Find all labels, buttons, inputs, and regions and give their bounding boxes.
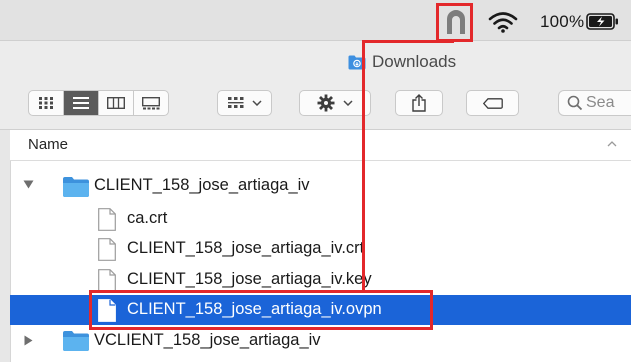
gear-icon — [317, 94, 335, 112]
icon-view-button[interactable] — [29, 91, 64, 115]
chevron-down-icon — [343, 100, 353, 106]
annotation-vpn-highlight — [436, 3, 473, 42]
chevron-down-icon — [251, 100, 262, 106]
folder-icon — [63, 331, 89, 351]
list-view-icon — [73, 97, 89, 109]
annotation-connector-vertical — [362, 40, 365, 293]
search-input[interactable] — [586, 93, 631, 113]
name-column-label[interactable]: Name — [28, 136, 68, 153]
list-item-label: VCLIENT_158_jose_artiaga_iv — [94, 331, 321, 349]
share-button[interactable] — [395, 90, 443, 116]
folder-icon — [63, 177, 89, 197]
gallery-view-button[interactable] — [134, 91, 168, 115]
window-toolbar: Downloads — [0, 41, 631, 130]
battery-charging-icon[interactable] — [586, 13, 619, 30]
battery-percentage[interactable]: 100% — [540, 12, 584, 32]
disclosure-triangle-expanded-icon[interactable] — [23, 180, 34, 189]
disclosure-triangle-collapsed-icon[interactable] — [24, 335, 33, 346]
menu-bar: 100% — [0, 0, 631, 41]
tag-icon — [482, 97, 503, 109]
list-item-folder[interactable]: CLIENT_158_jose_artiaga_iv — [10, 171, 631, 201]
list-item-label: CLIENT_158_jose_artiaga_iv.crt — [127, 239, 365, 257]
window-title-text: Downloads — [372, 52, 457, 71]
list-item-label: CLIENT_158_jose_artiaga_iv — [94, 176, 310, 194]
document-icon — [98, 238, 116, 261]
column-view-icon — [107, 97, 125, 109]
list-item-file[interactable]: ca.crt — [10, 204, 631, 234]
view-mode-control[interactable] — [28, 90, 169, 116]
list-item-label: ca.crt — [127, 209, 168, 227]
list-view-button[interactable] — [64, 91, 99, 115]
document-icon — [98, 269, 116, 292]
share-icon — [412, 94, 426, 112]
annotation-connector-horizontal — [362, 40, 454, 43]
column-view-button[interactable] — [99, 91, 134, 115]
list-item-file[interactable]: CLIENT_158_jose_artiaga_iv.crt — [10, 234, 631, 264]
column-header[interactable]: Name — [10, 130, 631, 161]
list-item-folder[interactable]: VCLIENT_158_jose_artiaga_iv — [10, 326, 631, 356]
search-icon — [567, 95, 583, 111]
list-item-label: CLIENT_158_jose_artiaga_iv.key — [127, 270, 372, 288]
gallery-view-icon — [142, 96, 160, 109]
annotation-ovpn-highlight — [89, 290, 433, 330]
search-field[interactable] — [558, 90, 631, 116]
group-icon — [227, 96, 243, 108]
sort-chevron-icon[interactable] — [607, 141, 617, 147]
document-icon — [98, 208, 116, 231]
icon-view-icon — [39, 97, 53, 109]
action-button[interactable] — [299, 90, 371, 116]
tag-button[interactable] — [466, 90, 519, 116]
group-button[interactable] — [217, 90, 272, 116]
wifi-icon[interactable] — [488, 11, 518, 38]
